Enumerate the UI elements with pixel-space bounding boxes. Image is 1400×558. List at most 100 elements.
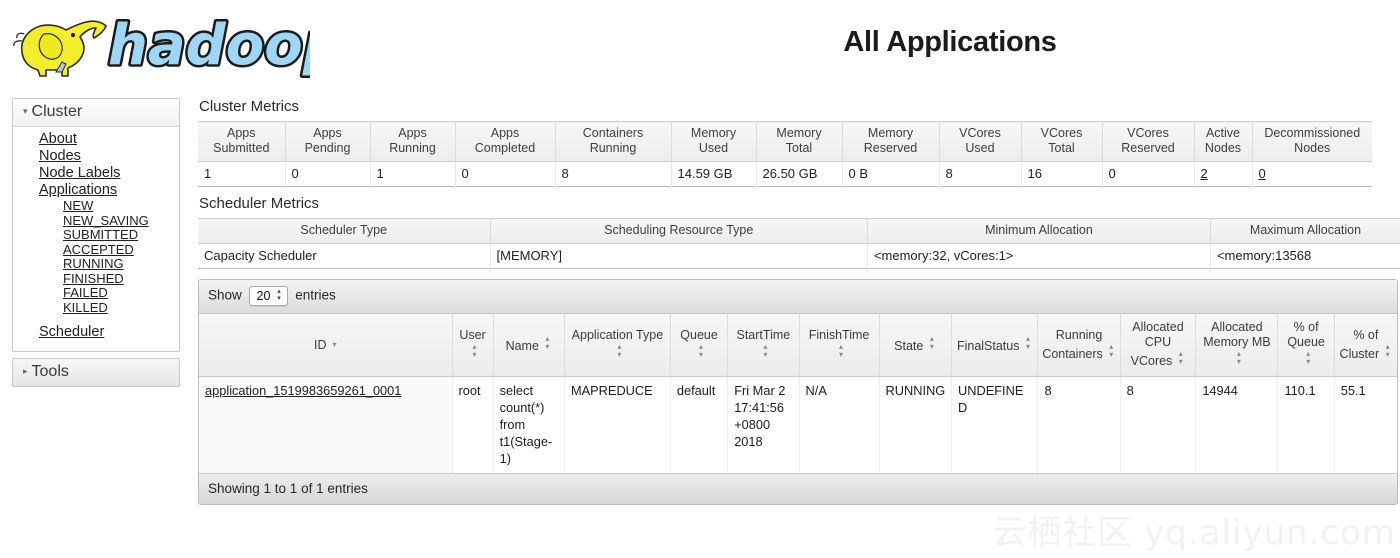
sort-neutral-icon: ▴ ▾ — [839, 341, 844, 359]
cell-finish-time: N/A — [799, 376, 880, 473]
applications-column-header[interactable]: StartTime ▴ ▾ — [727, 314, 800, 377]
cluster-metric-link[interactable]: 2 — [1201, 166, 1208, 181]
applications-column-header[interactable]: % of Cluster ▴ ▾ — [1334, 314, 1397, 377]
sidebar-item-submitted[interactable]: SUBMITTED — [63, 227, 179, 243]
scheduler-metric-value: [MEMORY] — [490, 243, 868, 269]
scheduler-metrics-header-row: Scheduler Type Scheduling Resource Type Mi… — [198, 218, 1400, 244]
page-header: hadoop hadoop All Applications — [0, 0, 1400, 92]
applications-column-header[interactable]: Running Containers ▴ ▾ — [1037, 314, 1121, 377]
cell-pct-of-cluster: 55.1 — [1340, 383, 1366, 398]
applications-table-wrapper: Show 20 ▴ ▾ entries ID ▾ User ▴ ▾ Name ▴ ▾ Appli… — [198, 279, 1398, 505]
cell-application-type: MAPREDUCE — [564, 376, 671, 473]
applications-column-header[interactable]: FinalStatus ▴ ▾ — [951, 314, 1039, 377]
column-header-label: State — [894, 339, 924, 353]
sidebar-item-new[interactable]: NEW — [63, 198, 179, 214]
applications-column-header[interactable]: Queue ▴ ▾ — [670, 314, 729, 377]
applications-column-header[interactable]: Application Type ▴ ▾ — [564, 314, 671, 377]
applications-body: application_1519983659261_0001 root select… — [199, 376, 1397, 473]
sidebar-item-failed[interactable]: FAILED — [63, 285, 179, 301]
applications-column-header[interactable]: Name ▴ ▾ — [493, 314, 565, 377]
cell-pct-of-queue: 110.1 — [1277, 376, 1335, 473]
main-content: Cluster Metrics Apps Submitted Apps Pending… — [198, 98, 1400, 505]
cell-allocated-memory-mb: 14944 — [1195, 376, 1279, 473]
sidebar-item-new-saving[interactable]: NEW_SAVING — [63, 213, 179, 229]
sort-neutral-icon: ▴ ▾ — [1109, 341, 1114, 359]
sidebar-cluster-items: About Nodes Node Labels Applications NEW… — [13, 127, 179, 351]
cluster-metric-header: Decommissioned Nodes — [1252, 121, 1372, 162]
cluster-metric-value[interactable]: 0 — [1252, 162, 1372, 187]
cluster-metric-header: VCores Reserved — [1102, 121, 1195, 162]
sort-neutral-icon: ▴ ▾ — [1306, 349, 1311, 366]
scheduler-metric-header: Scheduling Resource Type — [490, 218, 868, 244]
applications-column-header[interactable]: Allocated Memory MB ▴ ▾ — [1195, 314, 1279, 377]
cluster-metric-header: VCores Total — [1021, 121, 1103, 162]
applications-column-header[interactable]: State ▴ ▾ — [879, 314, 952, 377]
sidebar-section-cluster-label: Cluster — [31, 103, 83, 120]
sidebar-item-scheduler[interactable]: Scheduler — [39, 324, 179, 341]
cluster-metric-value: 8 — [939, 161, 1022, 187]
applications-table-info: Showing 1 to 1 of 1 entries — [199, 473, 1397, 504]
column-header-label: Queue — [680, 327, 718, 342]
scheduler-metrics-title: Scheduler Metrics — [199, 195, 320, 212]
scheduler-metric-header: Scheduler Type — [198, 218, 491, 244]
chevron-right-icon: ▸ — [23, 366, 28, 376]
sidebar-item-killed[interactable]: KILLED — [63, 300, 179, 316]
cluster-metric-header: VCores Used — [939, 121, 1022, 162]
cluster-metric-header: Apps Running — [370, 121, 456, 162]
sort-neutral-icon: ▴ ▾ — [763, 341, 768, 359]
sidebar-item-node-labels[interactable]: Node Labels — [39, 165, 179, 182]
sort-neutral-icon: ▴ ▾ — [929, 334, 934, 351]
cell-running-containers: 8 — [1037, 376, 1121, 473]
cluster-metric-header: Memory Reserved — [842, 121, 940, 162]
column-header-label: FinishTime — [808, 327, 870, 342]
application-id-link[interactable]: application_1519983659261_0001 — [205, 383, 401, 398]
sidebar-item-about[interactable]: About — [39, 131, 179, 148]
applications-column-header[interactable]: Allocated CPU VCores ▴ ▾ — [1120, 314, 1197, 377]
column-header-label: FinalStatus — [956, 339, 1020, 353]
sidebar-item-running[interactable]: RUNNING — [63, 256, 179, 272]
cluster-metric-header: Apps Submitted — [198, 121, 286, 162]
sidebar-section-tools-label: Tools — [31, 363, 69, 380]
sort-neutral-icon: ▴ ▾ — [1236, 349, 1241, 366]
column-header-label: Allocated Memory MB — [1203, 320, 1271, 349]
sidebar-cluster-block: ▾ Cluster About Nodes Node Labels Applica… — [12, 98, 180, 352]
applications-table-length-bar: Show 20 ▴ ▾ entries — [199, 280, 1397, 314]
page-length-select[interactable]: 20 ▴ ▾ — [248, 286, 289, 306]
applications-column-header[interactable]: FinishTime ▴ ▾ — [799, 314, 880, 377]
cell-id[interactable]: application_1519983659261_0001 — [199, 376, 453, 473]
hadoop-wordmark: hadoop hadoop — [106, 11, 311, 81]
column-header-label: User — [459, 327, 486, 342]
cluster-metric-value: 8 — [555, 161, 672, 187]
svg-text:hadoop: hadoop — [108, 13, 310, 78]
cluster-metric-value: 1 — [370, 161, 456, 187]
hadoop-logo: hadoop hadoop — [10, 4, 310, 84]
sidebar-item-finished[interactable]: FINISHED — [63, 271, 179, 287]
cluster-metric-value: 1 — [198, 161, 286, 187]
applications-column-header[interactable]: User ▴ ▾ — [452, 314, 494, 377]
applications-column-header[interactable]: ID ▾ — [199, 314, 453, 377]
sort-desc-icon: ▾ — [332, 339, 337, 349]
cluster-metrics-header-row: Apps Submitted Apps Pending Apps Running Apps C… — [198, 121, 1372, 162]
applications-column-header[interactable]: % of Queue ▴ ▾ — [1277, 314, 1335, 377]
show-label: Show — [208, 287, 242, 303]
sidebar-section-tools[interactable]: ▸ Tools — [12, 358, 180, 387]
cell-final-status: UNDEFINED — [951, 376, 1039, 473]
cell-start-time: Fri Mar 2 17:41:56 +0800 2018 — [727, 376, 800, 473]
sort-neutral-icon: ▴ ▾ — [699, 341, 704, 359]
column-header-label: ID — [313, 337, 327, 352]
cluster-metric-value: 0 — [455, 161, 556, 187]
scheduler-metric-header: Maximum Allocation — [1210, 218, 1400, 244]
stepper-up-icon: ▴ — [277, 288, 281, 295]
sidebar-section-cluster[interactable]: ▾ Cluster — [13, 99, 179, 127]
scheduler-metric-value: <memory:13568 — [1216, 248, 1312, 263]
sidebar-item-nodes[interactable]: Nodes — [39, 148, 179, 165]
stepper-icon: ▴ ▾ — [274, 288, 283, 304]
column-header-label: StartTime — [736, 327, 791, 342]
sidebar-item-accepted[interactable]: ACCEPTED — [63, 242, 179, 258]
sidebar-item-applications[interactable]: Applications — [39, 182, 179, 199]
column-header-label: Name — [505, 339, 539, 353]
cluster-metric-link[interactable]: 0 — [1259, 166, 1266, 181]
table-row: application_1519983659261_0001 root select… — [199, 376, 1397, 473]
cluster-metrics-clip: Apps Submitted Apps Pending Apps Running Apps C… — [198, 121, 1400, 187]
cluster-metric-value[interactable]: 2 — [1194, 161, 1253, 187]
